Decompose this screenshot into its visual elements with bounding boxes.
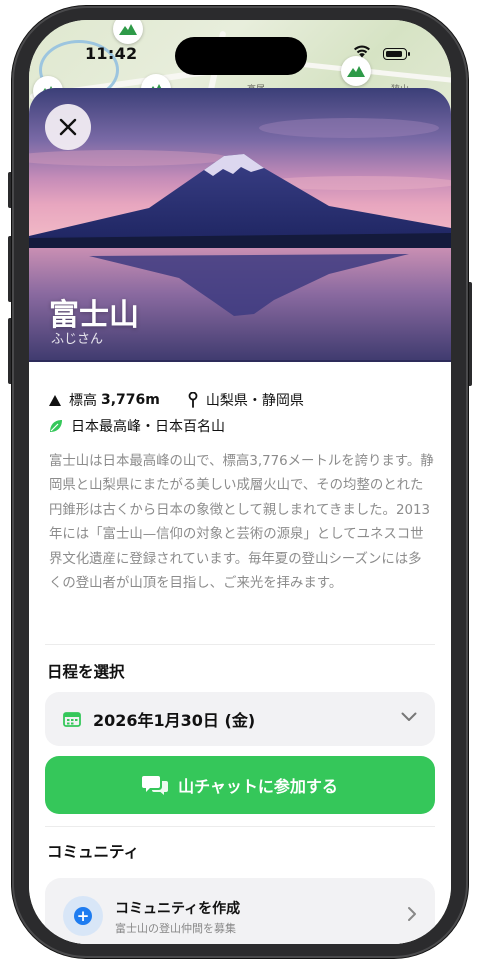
mountain-reading: ふじさん bbox=[51, 332, 104, 347]
wifi-icon bbox=[354, 45, 370, 58]
chat-bubbles-icon bbox=[142, 776, 169, 795]
mountain-detail-sheet: 富士山 ふじさん 標高 3,776m 山梨県・静岡県 日本最高峰・日本百名山 富… bbox=[29, 88, 451, 944]
location-text: 山梨県・静岡県 bbox=[205, 393, 304, 409]
create-community-title: コミュニティを作成 bbox=[115, 901, 241, 917]
pin-icon bbox=[188, 392, 198, 408]
date-selector[interactable]: 2026年1月30日 (金) bbox=[45, 692, 435, 746]
mountain-description: 富士山は日本最高峰の山で、標高3,776メートルを誇ります。静岡県と山梨県にまた… bbox=[49, 454, 434, 592]
join-chat-label: 山チャットに参加する bbox=[178, 777, 338, 796]
tags-text: 日本最高峰・日本百名山 bbox=[71, 419, 225, 435]
create-community-subtitle: 富士山の登山仲間を募集 bbox=[115, 922, 236, 935]
hero-image: 富士山 ふじさん bbox=[29, 88, 451, 362]
schedule-title: 日程を選択 bbox=[47, 663, 125, 681]
plus-icon: + bbox=[63, 896, 103, 936]
create-community-button[interactable]: + コミュニティを作成 富士山の登山仲間を募集 bbox=[45, 878, 435, 944]
dynamic-island bbox=[175, 37, 307, 75]
battery-icon bbox=[383, 48, 410, 60]
calendar-icon bbox=[63, 712, 81, 727]
community-title: コミュニティ bbox=[47, 843, 140, 861]
chevron-down-icon bbox=[401, 712, 417, 721]
tags-row: 日本最高峰・日本百名山 bbox=[49, 416, 225, 436]
status-time: 11:42 bbox=[85, 44, 138, 63]
close-icon bbox=[59, 118, 77, 136]
status-bar: 11:42 bbox=[29, 20, 451, 76]
divider bbox=[45, 644, 435, 645]
leaf-icon bbox=[49, 419, 63, 433]
elevation-label: 標高 bbox=[69, 393, 97, 409]
chevron-right-icon bbox=[408, 907, 416, 921]
join-chat-button[interactable]: 山チャットに参加する bbox=[45, 756, 435, 814]
screen: 高尾 狭山 11:42 bbox=[29, 20, 451, 944]
location: 山梨県・静岡県 bbox=[188, 390, 304, 410]
close-button[interactable] bbox=[45, 104, 91, 150]
divider bbox=[45, 826, 435, 827]
elevation-row: 標高 3,776m 山梨県・静岡県 bbox=[49, 390, 304, 410]
selected-date: 2026年1月30日 (金) bbox=[93, 711, 256, 730]
triangle-icon bbox=[49, 394, 61, 406]
elevation-value: 3,776m bbox=[101, 392, 160, 408]
